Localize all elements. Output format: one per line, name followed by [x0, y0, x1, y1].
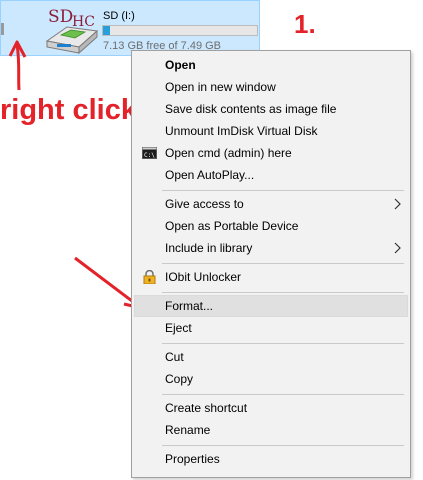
menu-item-eject[interactable]: Eject [134, 317, 408, 339]
menu-item-open-portable-device[interactable]: Open as Portable Device [134, 215, 408, 237]
menu-item-cut[interactable]: Cut [134, 346, 408, 368]
menu-separator [162, 445, 404, 446]
menu-item-rename[interactable]: Rename [134, 419, 408, 441]
sdhc-logo-text: SD [48, 7, 73, 27]
drive-usage-fill [103, 26, 111, 35]
menu-item-give-access[interactable]: Give access to [134, 193, 408, 215]
menu-item-iobit-unlocker[interactable]: IObit Unlocker [134, 266, 408, 288]
menu-item-open[interactable]: Open [134, 54, 408, 76]
sdhc-card-icon: SD HC [45, 7, 99, 55]
drive-tile[interactable]: SD HC SD (I:) 7.13 GB free of 7.49 GB [0, 0, 260, 56]
menu-item-create-shortcut[interactable]: Create shortcut [134, 397, 408, 419]
cmd-icon: C:\ [142, 147, 157, 159]
drive-usage-bar [102, 25, 258, 36]
menu-separator [162, 394, 404, 395]
padlock-icon [143, 270, 156, 284]
menu-separator [162, 292, 404, 293]
menu-item-save-image[interactable]: Save disk contents as image file [134, 98, 408, 120]
menu-item-format[interactable]: Format... [134, 295, 408, 317]
right-click-annotation: right click [0, 94, 137, 126]
menu-item-properties[interactable]: Properties [134, 448, 408, 470]
menu-item-include-in-library[interactable]: Include in library [134, 237, 408, 259]
menu-separator [162, 190, 404, 191]
context-menu: Open Open in new window Save disk conten… [131, 50, 411, 478]
step-number-annotation: 1. [294, 9, 316, 39]
menu-separator [162, 263, 404, 264]
menu-item-copy[interactable]: Copy [134, 368, 408, 390]
menu-separator [162, 343, 404, 344]
svg-text:C:\: C:\ [144, 152, 155, 159]
menu-item-unmount-imdisk[interactable]: Unmount ImDisk Virtual Disk [134, 120, 408, 142]
chevron-right-icon [394, 198, 401, 210]
svg-text:HC: HC [72, 14, 95, 30]
drive-name: SD (I:) [103, 10, 135, 22]
scroll-edge-mark [1, 23, 4, 35]
menu-item-open-cmd[interactable]: C:\ Open cmd (admin) here [134, 142, 408, 164]
menu-item-open-new-window[interactable]: Open in new window [134, 76, 408, 98]
menu-item-open-autoplay[interactable]: Open AutoPlay... [134, 164, 408, 186]
chevron-right-icon [394, 242, 401, 254]
